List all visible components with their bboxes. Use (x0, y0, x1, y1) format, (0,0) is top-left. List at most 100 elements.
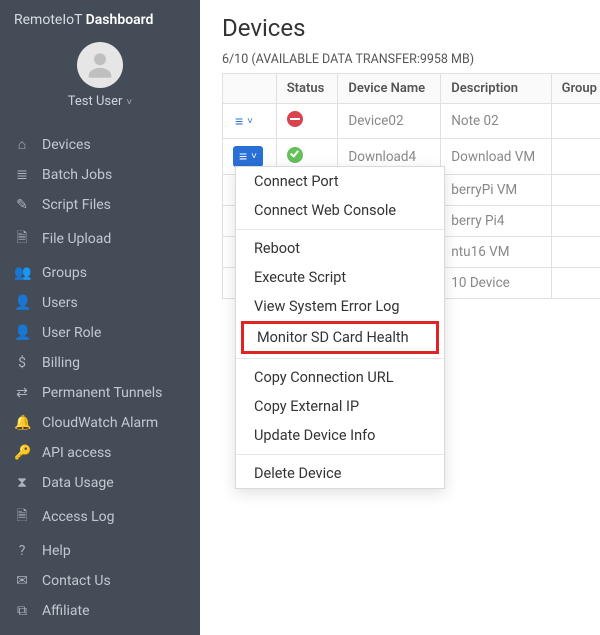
col-status[interactable]: Status (276, 74, 338, 104)
cell-status (276, 104, 338, 139)
sidebar-nav: ⌂ Devices ≣ Batch Jobs ✎ Script Files 🗎 File… (0, 123, 200, 632)
nav-billing[interactable]: $ Billing (0, 348, 200, 378)
nav-label: File Upload (42, 231, 111, 247)
cell-group (551, 139, 600, 175)
cell-desc: berryPi VM (441, 175, 551, 206)
nav-label: API access (42, 445, 111, 461)
nav-contact[interactable]: ✉ Contact Us (0, 566, 200, 596)
row-menu-button-active[interactable]: ≡˅ (233, 146, 263, 167)
mail-icon: ✉ (14, 573, 30, 589)
chevron-down-icon: ˅ (247, 116, 253, 127)
table-header-row: Status Device Name Description Group C (223, 74, 600, 104)
status-bad-icon (287, 111, 303, 127)
cell-desc: ntu16 VM (441, 237, 551, 268)
nav-batch[interactable]: ≣ Batch Jobs (0, 160, 200, 190)
cell-desc: Note 02 (441, 104, 551, 139)
page-subinfo: 6/10 (AVAILABLE DATA TRANSFER:9958 MB) (222, 52, 600, 67)
highlight-box: Monitor SD Card Health (241, 321, 439, 354)
nav-scripts[interactable]: ✎ Script Files (0, 190, 200, 220)
menu-icon: ≡ (239, 148, 247, 165)
nav-label: Script Files (42, 197, 111, 213)
menu-icon: ≡ (235, 113, 243, 130)
ext-icon: ⧉ (14, 603, 30, 619)
nav-label: Contact Us (42, 573, 111, 589)
table-row: ≡˅ Device02 Note 02 (223, 104, 600, 139)
user-block: Test User˅ (0, 34, 200, 123)
nav-role[interactable]: 👤 User Role (0, 318, 200, 348)
nav-label: Batch Jobs (42, 167, 112, 183)
ctx-copy-url[interactable]: Copy Connection URL (236, 363, 444, 392)
nav-label: Affiliate (42, 603, 90, 619)
ctx-update-info[interactable]: Update Device Info (236, 421, 444, 450)
dollar-icon: $ (14, 355, 30, 371)
hourglass-icon: ⧗ (14, 475, 30, 491)
ctx-view-errlog[interactable]: View System Error Log (236, 292, 444, 321)
list-icon: ≣ (14, 167, 30, 183)
user-name-label: Test User (68, 94, 123, 109)
nav-label: Users (42, 295, 78, 311)
nav-users[interactable]: 👤 Users (0, 288, 200, 318)
ctx-separator (236, 229, 444, 230)
nav-upload[interactable]: 🗎 File Upload (0, 220, 200, 258)
script-icon: ✎ (14, 197, 30, 213)
key-icon: 🔑 (14, 445, 30, 461)
chevron-down-icon: ˅ (251, 151, 257, 162)
avatar[interactable] (77, 42, 123, 88)
nav-affiliate[interactable]: ⧉ Affiliate (0, 596, 200, 626)
cell-name[interactable]: Device02 (338, 104, 441, 139)
ctx-reboot[interactable]: Reboot (236, 234, 444, 263)
row-context-menu: Connect Port Connect Web Console Reboot … (235, 166, 445, 489)
nav-label: Devices (42, 137, 91, 153)
user-name-toggle[interactable]: Test User˅ (0, 94, 200, 109)
cell-desc: 10 Device (441, 268, 551, 299)
ctx-monitor-sd[interactable]: Monitor SD Card Health (244, 326, 436, 349)
page-title: Devices (222, 14, 600, 42)
nav-label: CloudWatch Alarm (42, 415, 158, 431)
help-icon: ? (14, 543, 30, 559)
brand: RemoteIoT Dashboard (0, 0, 200, 34)
nav-cloudwatch[interactable]: 🔔 CloudWatch Alarm (0, 408, 200, 438)
avatar-icon (83, 48, 117, 82)
log-icon: 🗎 (14, 505, 30, 529)
nav-devices[interactable]: ⌂ Devices (0, 129, 200, 160)
col-group[interactable]: Group (551, 74, 600, 104)
ctx-connect-port[interactable]: Connect Port (236, 167, 444, 196)
nav-help[interactable]: ? Help (0, 536, 200, 566)
col-actions[interactable] (223, 74, 277, 104)
nav-label: Help (42, 543, 71, 559)
tunnel-icon: ⇄ (14, 385, 30, 401)
nav-label: Access Log (42, 509, 115, 525)
nav-label: Groups (42, 265, 87, 281)
ctx-separator (236, 358, 444, 359)
cell-group (551, 104, 600, 139)
role-icon: 👤 (14, 325, 30, 341)
col-desc[interactable]: Description (441, 74, 551, 104)
file-icon: 🗎 (14, 227, 30, 251)
row-menu-button[interactable]: ≡˅ (233, 113, 255, 130)
brand-bold: Dashboard (86, 12, 154, 28)
user-icon: 👤 (14, 295, 30, 311)
home-icon: ⌂ (14, 136, 30, 153)
cell-desc: berry Pi4 (441, 206, 551, 237)
status-ok-icon (287, 147, 303, 163)
nav-label: User Role (42, 325, 101, 341)
nav-api[interactable]: 🔑 API access (0, 438, 200, 468)
ctx-separator (236, 454, 444, 455)
group-icon: 👥 (14, 265, 30, 281)
nav-label: Billing (42, 355, 80, 371)
ctx-delete-device[interactable]: Delete Device (236, 459, 444, 488)
chevron-down-icon: ˅ (126, 97, 132, 108)
nav-usage[interactable]: ⧗Data Usage (0, 468, 200, 498)
nav-label: Permanent Tunnels (42, 385, 162, 401)
bell-icon: 🔔 (14, 415, 30, 431)
nav-groups[interactable]: 👥 Groups (0, 258, 200, 288)
ctx-connect-web[interactable]: Connect Web Console (236, 196, 444, 225)
ctx-exec-script[interactable]: Execute Script (236, 263, 444, 292)
sidebar: RemoteIoT Dashboard Test User˅ ⌂ Devices … (0, 0, 200, 635)
nav-accesslog[interactable]: 🗎 Access Log (0, 498, 200, 536)
cell-desc: Download VM (441, 139, 551, 175)
ctx-copy-ip[interactable]: Copy External IP (236, 392, 444, 421)
nav-tunnels[interactable]: ⇄ Permanent Tunnels (0, 378, 200, 408)
col-name[interactable]: Device Name (338, 74, 441, 104)
brand-prefix: RemoteIoT (14, 12, 86, 28)
